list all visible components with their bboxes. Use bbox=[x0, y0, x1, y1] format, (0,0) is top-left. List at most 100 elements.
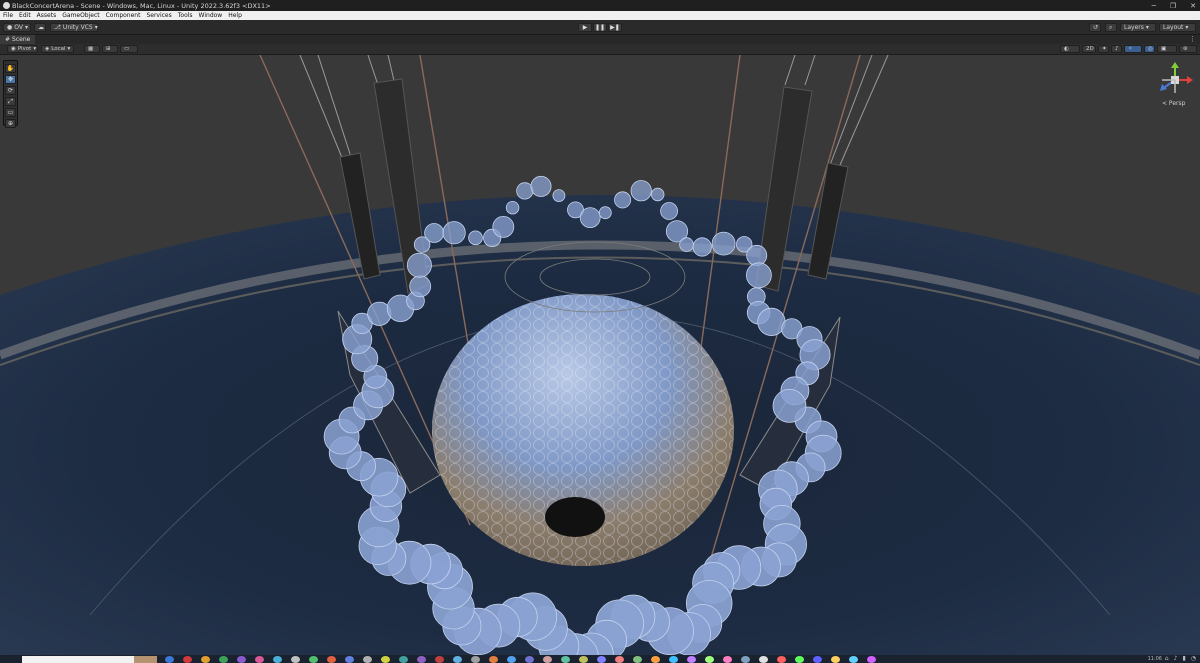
search-button[interactable]: ⌕ bbox=[1105, 23, 1117, 32]
taskbar-app-icon[interactable] bbox=[507, 656, 516, 663]
taskbar-app-icon[interactable] bbox=[777, 656, 786, 663]
menu-services[interactable]: Services bbox=[143, 12, 174, 19]
local-dropdown[interactable]: ◈ Local ▾ bbox=[41, 45, 74, 53]
lighting-toggle[interactable]: ✦ bbox=[1098, 45, 1109, 53]
close-icon[interactable]: ✕ bbox=[1190, 2, 1196, 10]
taskbar-app-icon[interactable] bbox=[309, 656, 318, 663]
taskbar-app-icon[interactable] bbox=[345, 656, 354, 663]
taskbar-app-icon[interactable] bbox=[327, 656, 336, 663]
menu-bar: File Edit Assets GameObject Component Se… bbox=[0, 11, 1200, 20]
menu-component[interactable]: Component bbox=[103, 12, 144, 19]
taskbar-app-icon[interactable] bbox=[759, 656, 768, 663]
menu-edit[interactable]: Edit bbox=[16, 12, 34, 19]
taskbar-app-icon[interactable] bbox=[273, 656, 282, 663]
hidden-objects-toggle[interactable]: ◎ bbox=[1144, 45, 1155, 53]
menu-assets[interactable]: Assets bbox=[34, 12, 60, 19]
taskbar-app-icon[interactable] bbox=[615, 656, 624, 663]
taskbar-app-icon[interactable] bbox=[219, 656, 228, 663]
more-options-icon[interactable]: ⋮ bbox=[1189, 35, 1196, 43]
taskbar-app-icon[interactable] bbox=[741, 656, 750, 663]
camera-dropdown[interactable]: ▣ bbox=[1157, 45, 1177, 53]
move-tool-icon[interactable]: ✥ bbox=[5, 75, 16, 84]
local-label: Local bbox=[51, 46, 66, 52]
taskbar-app-icon[interactable] bbox=[291, 656, 300, 663]
hand-tool-icon[interactable]: ✋ bbox=[5, 64, 16, 73]
menu-help[interactable]: Help bbox=[225, 12, 245, 19]
layout-dropdown[interactable]: Layout ▾ bbox=[1159, 23, 1196, 32]
transform-tool-icon[interactable]: ⊕ bbox=[5, 119, 16, 128]
projection-label[interactable]: < Persp bbox=[1162, 100, 1185, 107]
taskbar-app-icon[interactable] bbox=[651, 656, 660, 663]
notification-icon[interactable]: ◔ bbox=[1191, 655, 1196, 662]
cloud-icon: ☁ bbox=[38, 24, 44, 31]
scale-tool-icon[interactable]: ⤢ bbox=[5, 97, 16, 106]
taskbar-app-icon[interactable] bbox=[849, 656, 858, 663]
taskbar-app-icon[interactable] bbox=[201, 656, 210, 663]
chevron-down-icon: ▾ bbox=[1145, 24, 1149, 31]
minimize-icon[interactable]: ─ bbox=[1152, 2, 1156, 10]
taskbar-app-icon[interactable] bbox=[795, 656, 804, 663]
audio-toggle[interactable]: ♪ bbox=[1111, 45, 1122, 53]
menu-window[interactable]: Window bbox=[196, 12, 226, 19]
taskbar-app-icon[interactable] bbox=[381, 656, 390, 663]
sound-icon[interactable]: ♪ bbox=[1174, 655, 1178, 662]
layers-dropdown[interactable]: Layers ▾ bbox=[1120, 23, 1156, 32]
taskbar-app-icon[interactable] bbox=[633, 656, 642, 663]
history-button[interactable]: ↺ bbox=[1089, 23, 1101, 32]
ring-disc bbox=[468, 230, 483, 246]
taskbar-app-icon[interactable] bbox=[723, 656, 732, 663]
battery-icon[interactable]: ▮ bbox=[1182, 655, 1185, 662]
taskbar-app-icon[interactable] bbox=[705, 656, 714, 663]
taskbar-app-icon[interactable] bbox=[399, 656, 408, 663]
rect-tool-icon[interactable]: ▭ bbox=[5, 108, 16, 117]
taskbar-app-icon[interactable] bbox=[687, 656, 696, 663]
taskbar-app-icon[interactable] bbox=[435, 656, 444, 663]
taskbar-app-icon[interactable] bbox=[561, 656, 570, 663]
menu-tools[interactable]: Tools bbox=[175, 12, 196, 19]
chevron-down-icon: ▾ bbox=[1185, 24, 1189, 31]
effects-dropdown[interactable]: ✧ bbox=[1124, 45, 1142, 53]
play-button[interactable]: ▶ bbox=[578, 23, 592, 32]
taskbar-app-icon[interactable] bbox=[669, 656, 678, 663]
menu-gameobject[interactable]: GameObject bbox=[59, 12, 102, 19]
ruler-button[interactable]: ▭ bbox=[120, 45, 138, 53]
taskbar-app-icon[interactable] bbox=[363, 656, 372, 663]
taskbar-app-icon[interactable] bbox=[255, 656, 264, 663]
gizmos-dropdown[interactable]: ⊛ bbox=[1179, 45, 1197, 53]
taskbar-app-icon[interactable] bbox=[543, 656, 552, 663]
taskbar-app-icon[interactable] bbox=[417, 656, 426, 663]
taskbar-app-icon[interactable] bbox=[237, 656, 246, 663]
network-icon[interactable]: ⌂ bbox=[1165, 655, 1169, 662]
pivot-dropdown[interactable]: ◉ Pivot ▾ bbox=[7, 45, 38, 53]
vcs-dropdown[interactable]: ⎇ Unity VCS ▾ bbox=[50, 23, 98, 32]
rotate-tool-icon[interactable]: ⟳ bbox=[5, 86, 16, 95]
orientation-gizmo[interactable] bbox=[1156, 60, 1194, 104]
taskbar-clock: 11:06 bbox=[1147, 656, 1162, 662]
taskbar-app-icon[interactable] bbox=[831, 656, 840, 663]
taskbar-app-icon[interactable] bbox=[867, 656, 876, 663]
search-icon: ⌕ bbox=[1109, 23, 1113, 31]
restore-icon[interactable]: ❐ bbox=[1170, 2, 1176, 10]
snap-increment-button[interactable]: ⊞ bbox=[102, 45, 118, 53]
mode-2d-toggle[interactable]: 2D bbox=[1082, 45, 1096, 53]
taskbar-app-icon[interactable] bbox=[183, 656, 192, 663]
account-dropdown[interactable]: ● OV ▾ bbox=[3, 23, 31, 32]
scene-viewport[interactable] bbox=[0, 55, 1200, 655]
step-button[interactable]: ▶❚ bbox=[608, 23, 622, 32]
taskbar-app-icon[interactable] bbox=[489, 656, 498, 663]
taskbar-app-icon[interactable] bbox=[525, 656, 534, 663]
tab-scene[interactable]: # Scene bbox=[0, 35, 36, 44]
taskbar-app-icon[interactable] bbox=[453, 656, 462, 663]
menu-file[interactable]: File bbox=[0, 12, 16, 19]
taskbar-app-icon[interactable] bbox=[579, 656, 588, 663]
grid-snap-button[interactable]: ▦ bbox=[84, 45, 100, 53]
taskbar-app-icon[interactable] bbox=[597, 656, 606, 663]
draw-mode-dropdown[interactable]: ◐ bbox=[1060, 45, 1080, 53]
pause-button[interactable]: ❚❚ bbox=[593, 23, 607, 32]
cloud-button[interactable]: ☁ bbox=[34, 23, 46, 32]
taskbar-app-icon[interactable] bbox=[813, 656, 822, 663]
taskbar-app-icon[interactable] bbox=[165, 656, 174, 663]
taskbar-app-icon[interactable] bbox=[471, 656, 480, 663]
ring-disc bbox=[552, 189, 566, 203]
pivot-label: Pivot bbox=[17, 46, 32, 52]
